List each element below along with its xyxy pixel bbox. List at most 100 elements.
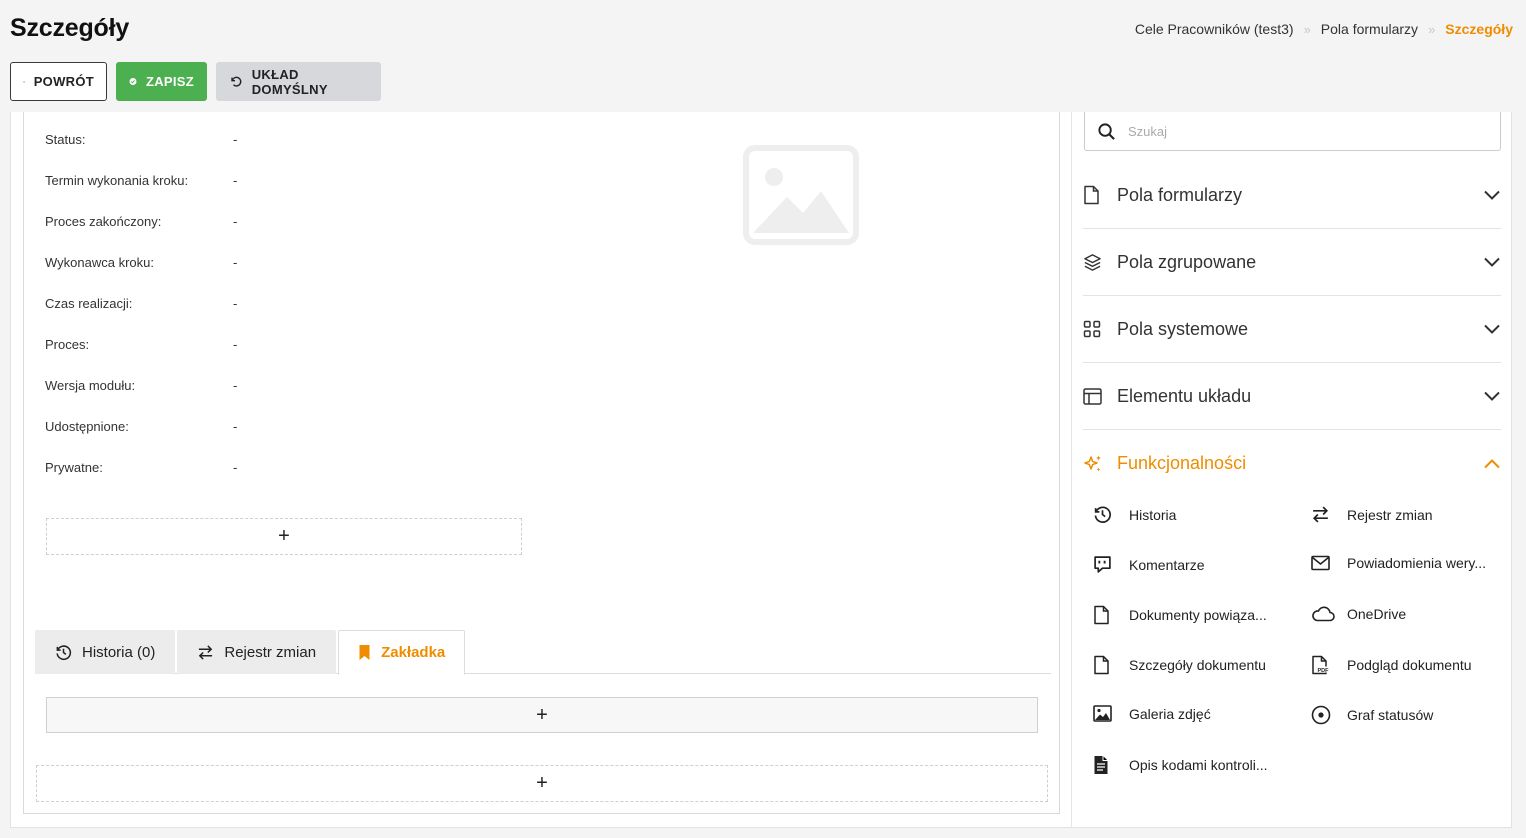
field-row-wersja: Wersja modułu: - bbox=[45, 378, 237, 393]
swap-icon bbox=[1312, 506, 1329, 523]
accordion-label: Pola zgrupowane bbox=[1117, 251, 1257, 272]
feature-label: Rejestr zmian bbox=[1347, 506, 1433, 523]
tab-historia[interactable]: Historia (0) bbox=[35, 630, 176, 674]
default-layout-button-label: UKŁAD DOMYŚLNY bbox=[251, 66, 328, 97]
mail-icon bbox=[1311, 555, 1330, 571]
history-icon bbox=[1094, 506, 1111, 523]
field-row-prywatne: Prywatne: - bbox=[45, 460, 237, 475]
feature-label: Komentarze bbox=[1129, 556, 1205, 573]
breadcrumb-separator-icon: » bbox=[1303, 21, 1311, 37]
chevron-down-icon bbox=[1484, 324, 1500, 334]
main-content: Status: - Termin wykonania kroku: - Proc… bbox=[10, 112, 1512, 828]
form-layout-panel: Status: - Termin wykonania kroku: - Proc… bbox=[23, 112, 1060, 814]
search-icon bbox=[1098, 122, 1115, 140]
feature-label: OneDrive bbox=[1347, 605, 1407, 622]
feature-podglad-dokumentu[interactable]: PDF Podgląd dokumentu bbox=[1311, 655, 1472, 675]
accordion-pola-formularzy[interactable]: Pola formularzy bbox=[1083, 162, 1501, 229]
field-value: - bbox=[233, 255, 238, 270]
breadcrumb-item-current: Szczegóły bbox=[1445, 21, 1513, 37]
feature-dokumenty-powiazane[interactable]: Dokumenty powiąza... bbox=[1093, 605, 1267, 625]
caret-left-icon bbox=[23, 80, 25, 83]
pdf-icon: PDF bbox=[1312, 655, 1330, 675]
panel-divider bbox=[1071, 112, 1072, 828]
accordion-pola-zgrupowane[interactable]: Pola zgrupowane bbox=[1083, 229, 1501, 296]
chevron-down-icon bbox=[1484, 190, 1500, 200]
feature-rejestr-zmian[interactable]: Rejestr zmian bbox=[1311, 505, 1433, 524]
chevron-down-icon bbox=[1484, 391, 1500, 401]
feature-label: Graf statusów bbox=[1347, 707, 1434, 723]
history-icon bbox=[56, 645, 72, 660]
field-row-status: Status: - bbox=[45, 132, 237, 147]
add-section-button[interactable]: + bbox=[36, 765, 1048, 802]
swap-icon bbox=[199, 645, 213, 660]
field-label: Wykonawca kroku: bbox=[45, 255, 154, 270]
feature-graf-statusow[interactable]: Graf statusów bbox=[1311, 705, 1433, 725]
feature-komentarze[interactable]: Komentarze bbox=[1093, 555, 1204, 574]
field-row-udostepnione: Udostępnione: - bbox=[45, 419, 237, 434]
sparkles-icon bbox=[1084, 455, 1101, 471]
feature-label: Galeria zdjęć bbox=[1129, 705, 1211, 722]
field-row-proces: Proces: - bbox=[45, 337, 237, 352]
field-label: Proces: bbox=[45, 337, 90, 352]
field-value: - bbox=[233, 132, 238, 147]
image-icon bbox=[1093, 705, 1112, 722]
back-button[interactable]: POWRÓT bbox=[10, 62, 107, 101]
accordion-elementu-ukladu[interactable]: Elementu układu bbox=[1083, 363, 1501, 430]
tab-label: Historia (0) bbox=[82, 644, 156, 661]
search-field[interactable] bbox=[1084, 112, 1501, 151]
add-field-button[interactable]: + bbox=[46, 518, 522, 555]
bookmark-icon bbox=[359, 645, 370, 660]
feature-label: Dokumenty powiąza... bbox=[1129, 607, 1267, 623]
tab-zakladka[interactable]: Zakładka bbox=[338, 630, 466, 675]
field-label: Czas realizacji: bbox=[45, 296, 133, 311]
chevron-up-icon bbox=[1484, 458, 1500, 468]
field-value: - bbox=[233, 419, 238, 434]
save-button-label: ZAPISZ bbox=[145, 74, 194, 89]
check-circle-icon bbox=[129, 78, 137, 85]
accordion-pola-systemowe[interactable]: Pola systemowe bbox=[1083, 296, 1501, 363]
accordion-funkcjonalnosci[interactable]: Funkcjonalności bbox=[1083, 430, 1501, 497]
accordion-label: Pola systemowe bbox=[1117, 318, 1249, 339]
toolbar: POWRÓT ZAPISZ UKŁAD DOMYŚLNY bbox=[10, 62, 381, 101]
accordion-label: Funkcjonalności bbox=[1117, 453, 1247, 473]
default-layout-button[interactable]: UKŁAD DOMYŚLNY bbox=[216, 62, 381, 101]
field-row-proces-zakonczony: Proces zakończony: - bbox=[45, 214, 237, 229]
feature-opis-kodami[interactable]: Opis kodami kontroli... bbox=[1093, 755, 1268, 775]
add-tab-content-button[interactable]: + bbox=[46, 697, 1038, 733]
breadcrumb-item-cele[interactable]: Cele Pracowników (test3) bbox=[1135, 21, 1294, 37]
file-icon bbox=[1094, 605, 1109, 625]
page-title: Szczegóły bbox=[10, 14, 130, 42]
breadcrumb-item-pola-formularzy[interactable]: Pola formularzy bbox=[1321, 21, 1418, 37]
field-label: Wersja modułu: bbox=[45, 378, 136, 393]
grid-icon bbox=[1083, 320, 1101, 338]
field-value: - bbox=[233, 173, 238, 188]
svg-text:PDF: PDF bbox=[1318, 668, 1330, 674]
document-text-icon bbox=[1094, 756, 1108, 774]
breadcrumb-separator-icon: » bbox=[1428, 21, 1436, 37]
field-label: Proces zakończony: bbox=[45, 214, 162, 229]
comment-icon bbox=[1094, 556, 1111, 573]
accordion-label: Elementu układu bbox=[1117, 385, 1252, 406]
feature-label: Szczegóły dokumentu bbox=[1129, 657, 1266, 673]
feature-szczegoly-dokumentu[interactable]: Szczegóły dokumentu bbox=[1093, 655, 1266, 675]
feature-historia[interactable]: Historia bbox=[1093, 505, 1176, 524]
undo-icon bbox=[231, 76, 242, 87]
tab-label: Zakładka bbox=[381, 644, 446, 661]
feature-label: Opis kodami kontroli... bbox=[1129, 757, 1268, 773]
cloud-icon bbox=[1312, 606, 1335, 622]
save-button[interactable]: ZAPISZ bbox=[116, 62, 207, 101]
layout-icon bbox=[1083, 387, 1102, 405]
search-input[interactable] bbox=[1128, 123, 1488, 139]
field-label: Termin wykonania kroku: bbox=[45, 173, 189, 188]
field-value: - bbox=[233, 460, 238, 475]
field-row-czas: Czas realizacji: - bbox=[45, 296, 237, 311]
feature-onedrive[interactable]: OneDrive bbox=[1311, 605, 1406, 622]
field-row-wykonawca: Wykonawca kroku: - bbox=[45, 255, 237, 270]
feature-galeria-zdjec[interactable]: Galeria zdjęć bbox=[1093, 705, 1211, 722]
field-label: Udostępnione: bbox=[45, 419, 129, 434]
field-row-termin: Termin wykonania kroku: - bbox=[45, 173, 237, 188]
feature-powiadomienia[interactable]: Powiadomienia wery... bbox=[1311, 555, 1486, 571]
feature-label: Powiadomienia wery... bbox=[1347, 555, 1487, 571]
tab-rejestr-zmian[interactable]: Rejestr zmian bbox=[177, 630, 337, 674]
field-value: - bbox=[233, 296, 238, 311]
